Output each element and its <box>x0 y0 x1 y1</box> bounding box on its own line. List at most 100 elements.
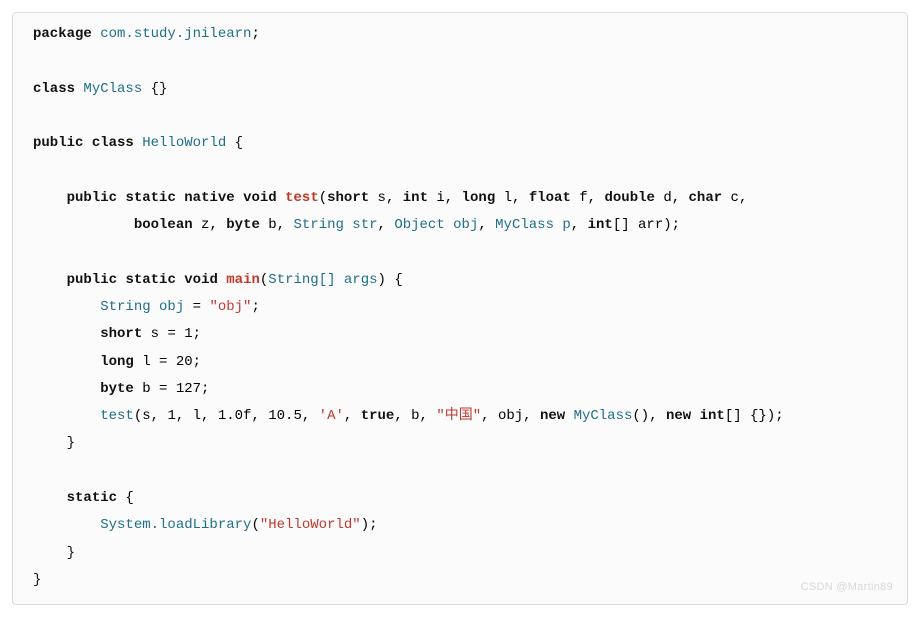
str-cn: "中国" <box>436 408 481 424</box>
arr: [] arr <box>613 217 663 233</box>
class-name-helloworld: HelloWorld <box>142 135 226 151</box>
close-paren: ); <box>663 217 680 233</box>
close-brace: } <box>67 435 75 451</box>
comma: , <box>344 408 361 424</box>
comma-obj: , obj, <box>481 408 540 424</box>
var-d: d <box>663 190 671 206</box>
type-boolean: boolean <box>134 217 193 233</box>
comma: , <box>672 190 689 206</box>
assign-b: b = 127; <box>134 381 210 397</box>
type-string: String str <box>294 217 378 233</box>
kw-void: void <box>184 272 218 288</box>
comma: , <box>571 217 588 233</box>
fn-test: test <box>285 190 319 206</box>
decl-string: String obj <box>100 299 184 315</box>
kw-long: long <box>100 354 134 370</box>
open-paren: ( <box>134 408 142 424</box>
indent <box>33 545 67 561</box>
indent <box>33 517 100 533</box>
var-c: c <box>731 190 739 206</box>
kw-byte: byte <box>100 381 134 397</box>
var-s: s <box>378 190 386 206</box>
braces: {} <box>151 81 168 97</box>
comma: , <box>512 190 529 206</box>
kw-static: static <box>125 190 175 206</box>
kw-static: static <box>125 272 175 288</box>
comma: , <box>478 217 495 233</box>
kw-new: new <box>540 408 565 424</box>
indent <box>33 217 134 233</box>
kw-package: package <box>33 26 92 42</box>
open-paren: ( <box>251 517 259 533</box>
parens: (), <box>632 408 666 424</box>
type-char: char <box>689 190 723 206</box>
close-paren: ); <box>361 517 378 533</box>
call-loadlib: System.loadLibrary <box>100 517 251 533</box>
comma: , <box>739 190 747 206</box>
args: String[] args <box>268 272 377 288</box>
kw-true: true <box>361 408 395 424</box>
indent <box>33 435 67 451</box>
comma-b: , b, <box>394 408 436 424</box>
comma: , <box>277 217 294 233</box>
open-paren: ( <box>319 190 327 206</box>
kw-void: void <box>243 190 277 206</box>
comma: , <box>445 190 462 206</box>
comma: , <box>209 217 226 233</box>
close-paren-brace: ) { <box>378 272 403 288</box>
type-int: int <box>691 408 725 424</box>
open-brace: { <box>117 490 134 506</box>
comma: , <box>588 190 605 206</box>
call-test: test <box>100 408 134 424</box>
var-f: f <box>579 190 587 206</box>
fn-main: main <box>226 272 260 288</box>
eq: = <box>184 299 209 315</box>
type-object: Object obj <box>394 217 478 233</box>
indent <box>33 190 67 206</box>
comma: , <box>386 190 403 206</box>
semi: ; <box>251 299 259 315</box>
type-byte: byte <box>226 217 260 233</box>
type-int: int <box>403 190 428 206</box>
kw-public: public <box>67 190 117 206</box>
args-nums: s, 1, l, 1.0f, 10.5, <box>142 408 318 424</box>
assign-l: l = 20; <box>134 354 201 370</box>
comma: , <box>378 217 395 233</box>
str-obj: "obj" <box>209 299 251 315</box>
code-content: package com.study.jnilearn; class MyClas… <box>33 21 887 594</box>
tail: [] {}); <box>725 408 784 424</box>
var-b: b <box>268 217 276 233</box>
code-block: package com.study.jnilearn; class MyClas… <box>12 12 908 605</box>
type-int: int <box>588 217 613 233</box>
kw-class: class <box>33 81 75 97</box>
semi: ; <box>251 26 259 42</box>
var-i: i <box>436 190 444 206</box>
indent <box>33 326 100 342</box>
indent <box>33 272 67 288</box>
indent <box>33 381 100 397</box>
close-brace: } <box>67 545 75 561</box>
assign-s: s = 1; <box>142 326 201 342</box>
char-a: 'A' <box>319 408 344 424</box>
open-brace: { <box>235 135 243 151</box>
kw-public: public <box>33 135 83 151</box>
type-long: long <box>462 190 496 206</box>
kw-new: new <box>666 408 691 424</box>
indent <box>33 490 67 506</box>
close-brace: } <box>33 572 41 588</box>
var-l: l <box>504 190 512 206</box>
package-name: com.study.jnilearn <box>100 26 251 42</box>
type-double: double <box>604 190 654 206</box>
indent <box>33 299 100 315</box>
str-helloworld: "HelloWorld" <box>260 517 361 533</box>
kw-short: short <box>100 326 142 342</box>
class-name-myclass: MyClass <box>83 81 142 97</box>
kw-static: static <box>67 490 117 506</box>
type-myclass: MyClass p <box>495 217 571 233</box>
indent <box>33 354 100 370</box>
indent <box>33 408 100 424</box>
type-float: float <box>529 190 571 206</box>
type-myclass: MyClass <box>565 408 632 424</box>
kw-class: class <box>92 135 134 151</box>
kw-public: public <box>67 272 117 288</box>
